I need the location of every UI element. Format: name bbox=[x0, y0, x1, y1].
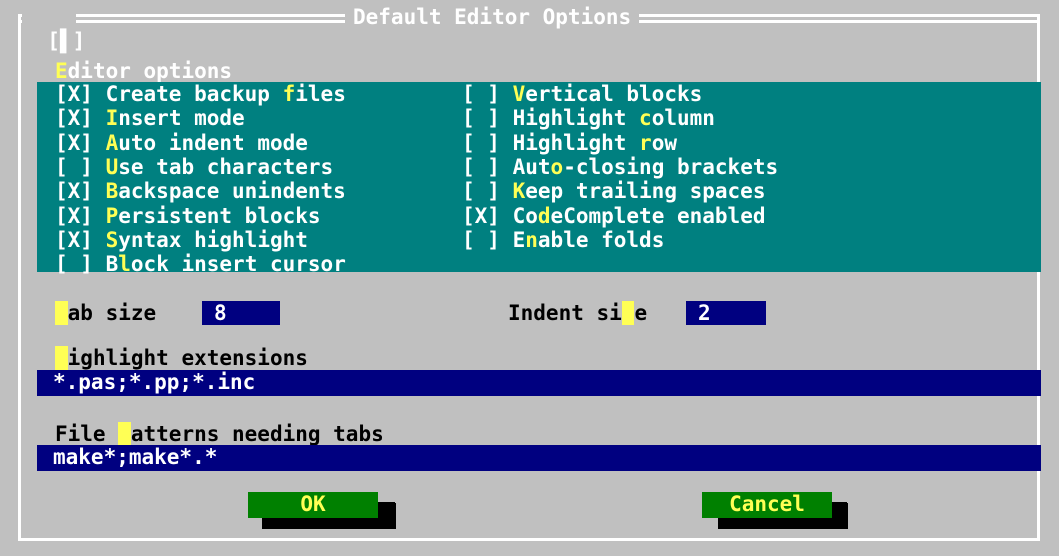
checkbox-mark: [X] bbox=[55, 179, 93, 204]
checkbox-backspace-unindents[interactable]: [X] Backspace unindents bbox=[55, 179, 346, 203]
checkbox-mark: [X] bbox=[462, 203, 500, 228]
checkbox-vertical-blocks[interactable]: [ ] Vertical blocks bbox=[462, 82, 702, 106]
tab-size-input[interactable]: 8 bbox=[202, 301, 280, 325]
checkbox-persistent-blocks[interactable]: [X] Persistent blocks bbox=[55, 204, 321, 228]
checkbox-label: Highlight column bbox=[512, 106, 715, 131]
checkbox-label: Enable folds bbox=[512, 227, 665, 252]
checkbox-mark: [ ] bbox=[462, 179, 500, 204]
hotkey-letter: B bbox=[105, 179, 119, 204]
checkbox-mark: [X] bbox=[55, 82, 93, 106]
checkbox-auto-indent-mode[interactable]: [X] Auto indent mode bbox=[55, 131, 308, 155]
cancel-button-shadow-side bbox=[832, 503, 848, 529]
checkbox-mark: [X] bbox=[55, 130, 93, 155]
checkbox-mark: [X] bbox=[55, 203, 93, 228]
highlight-extensions-input[interactable]: *.pas;*.pp;*.inc bbox=[37, 370, 1041, 396]
indent-size-label: Indent size bbox=[508, 301, 648, 325]
hotkey-letter: U bbox=[105, 154, 119, 179]
checkbox-mark: [ ] bbox=[462, 227, 500, 252]
checkbox-use-tab-characters[interactable]: [ ] Use tab characters bbox=[55, 155, 333, 179]
checkbox-label: Persistent blocks bbox=[105, 203, 321, 228]
file-patterns-input[interactable]: make*;make*.* bbox=[37, 445, 1041, 471]
checkbox-highlight-row[interactable]: [ ] Highlight row bbox=[462, 131, 677, 155]
hotkey-letter: z bbox=[621, 301, 635, 325]
checkbox-codecomplete-enabled[interactable]: [X] CodeComplete enabled bbox=[462, 204, 765, 228]
file-patterns-label: File patterns needing tabs bbox=[55, 422, 384, 446]
hotkey-letter: f bbox=[282, 82, 296, 106]
checkbox-enable-folds[interactable]: [ ] Enable folds bbox=[462, 228, 664, 252]
checkbox-mark: [X] bbox=[55, 106, 93, 131]
close-button[interactable]: [▌] bbox=[22, 5, 85, 53]
checkbox-mark: [ ] bbox=[462, 154, 500, 179]
checkbox-insert-mode[interactable]: [X] Insert mode bbox=[55, 106, 245, 130]
checkbox-mark: [ ] bbox=[462, 106, 500, 131]
hotkey-letter: S bbox=[105, 227, 119, 252]
checkbox-block-insert-cursor[interactable]: [ ] Block insert cursor bbox=[55, 252, 346, 276]
hotkey-letter: d bbox=[537, 203, 551, 228]
indent-size-input[interactable]: 2 bbox=[686, 301, 766, 325]
cancel-button-label: Cancel bbox=[729, 492, 805, 516]
frame-bottom bbox=[18, 538, 1040, 541]
checkbox-label: Use tab characters bbox=[105, 154, 334, 179]
checkbox-label: Auto indent mode bbox=[105, 130, 308, 155]
frame-left bbox=[18, 14, 21, 541]
hotkey-letter: c bbox=[639, 106, 652, 131]
checkbox-highlight-column[interactable]: [ ] Highlight column bbox=[462, 106, 715, 130]
editor-options-label: Editor options bbox=[55, 59, 232, 83]
hotkey-letter: V bbox=[512, 82, 526, 106]
ok-button[interactable]: OK bbox=[248, 492, 378, 518]
checkbox-label: Insert mode bbox=[105, 106, 245, 131]
cancel-button[interactable]: Cancel bbox=[702, 492, 832, 518]
checkbox-mark: [ ] bbox=[462, 82, 500, 106]
ok-button-shadow-side bbox=[378, 503, 396, 529]
checkbox-mark: [X] bbox=[55, 227, 93, 252]
hotkey-letter: o bbox=[550, 154, 564, 179]
checkbox-label: Auto-closing brackets bbox=[512, 154, 779, 179]
hotkey-letter: H bbox=[55, 346, 68, 370]
checkbox-mark: [ ] bbox=[462, 130, 500, 155]
checkbox-label: Keep trailing spaces bbox=[512, 179, 766, 204]
checkbox-label: Highlight row bbox=[512, 130, 677, 155]
checkbox-mark: [ ] bbox=[55, 154, 93, 179]
hotkey-letter: K bbox=[512, 179, 526, 204]
checkbox-syntax-highlight[interactable]: [X] Syntax highlight bbox=[55, 228, 308, 252]
window-title: Default Editor Options bbox=[345, 5, 640, 31]
editor-options-label-rest: ditor options bbox=[67, 59, 233, 83]
checkbox-mark: [ ] bbox=[55, 252, 93, 277]
hotkey-letter: T bbox=[55, 301, 68, 325]
checkbox-label: Block insert cursor bbox=[105, 252, 346, 277]
checkbox-label: Syntax highlight bbox=[105, 227, 308, 252]
checkbox-label: Vertical blocks bbox=[512, 82, 703, 106]
checkbox-auto-closing-brackets[interactable]: [ ] Auto-closing brackets bbox=[462, 155, 778, 179]
tab-size-label-rest: ab size bbox=[67, 301, 157, 325]
ok-button-label: OK bbox=[300, 492, 326, 516]
close-icon: [▌] bbox=[47, 29, 86, 53]
hotkey-letter: P bbox=[105, 203, 119, 228]
hotkey-letter: I bbox=[105, 106, 119, 131]
checkbox-label: Create backup files bbox=[105, 82, 346, 106]
hotkey-letter: E bbox=[55, 59, 68, 83]
checkbox-create-backup-files[interactable]: [X] Create backup files bbox=[55, 82, 346, 106]
checkbox-keep-trailing-spaces[interactable]: [ ] Keep trailing spaces bbox=[462, 179, 765, 203]
checkbox-label: Backspace unindents bbox=[105, 179, 346, 204]
tab-size-label: Tab size bbox=[55, 301, 156, 325]
hotkey-letter: n bbox=[525, 227, 538, 252]
hotkey-letter: r bbox=[639, 130, 652, 155]
hotkey-letter: A bbox=[105, 130, 119, 155]
checkbox-label: CodeComplete enabled bbox=[512, 203, 766, 228]
highlight-extensions-label: Highlight extensions bbox=[55, 346, 308, 370]
hotkey-letter: p bbox=[118, 422, 131, 446]
hotkey-letter: l bbox=[118, 252, 131, 277]
